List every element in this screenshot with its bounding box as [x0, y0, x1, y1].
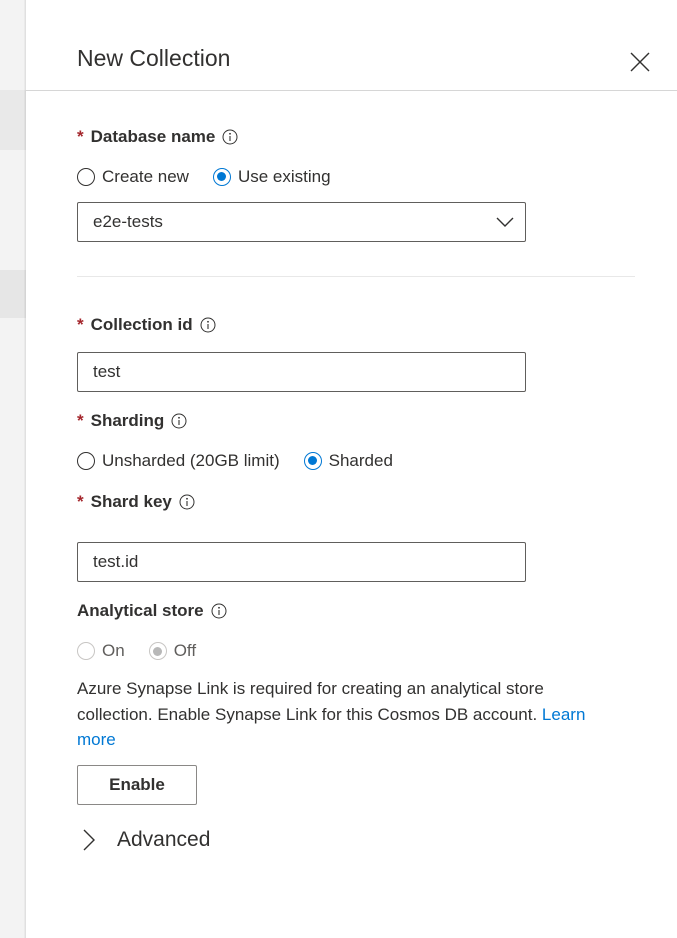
radio-button[interactable]: [77, 452, 95, 470]
required-asterisk: *: [77, 492, 84, 511]
sharding-label: * Sharding: [77, 411, 187, 431]
radio-label: Unsharded (20GB limit): [102, 451, 280, 470]
info-icon[interactable]: [211, 603, 227, 619]
synapse-link-description: Azure Synapse Link is required for creat…: [77, 676, 617, 753]
shard-key-label: * Shard key: [77, 492, 195, 512]
collection-id-label-text: Collection id: [90, 315, 193, 334]
database-name-label-text: Database name: [90, 127, 216, 146]
advanced-toggle[interactable]: Advanced: [82, 828, 210, 852]
radio-label: Sharded: [328, 451, 393, 470]
description-text: Azure Synapse Link is required for creat…: [77, 679, 544, 724]
sharding-radio-group: Unsharded (20GB limit) Sharded: [77, 451, 393, 471]
radio-button-selected[interactable]: [303, 452, 322, 470]
required-asterisk: *: [77, 411, 84, 430]
info-icon[interactable]: [179, 494, 195, 510]
required-asterisk: *: [77, 315, 84, 334]
database-dropdown[interactable]: e2e-tests: [77, 202, 526, 242]
collection-id-label: * Collection id: [77, 315, 216, 335]
radio-button-disabled[interactable]: [77, 642, 95, 660]
radio-label: On: [102, 641, 125, 660]
info-icon[interactable]: [222, 129, 238, 145]
analytical-store-label: Analytical store: [77, 601, 227, 621]
shard-key-input[interactable]: [77, 542, 526, 582]
sharding-label-text: Sharding: [90, 411, 165, 430]
radio-label: Create new: [102, 167, 189, 186]
info-icon[interactable]: [200, 317, 216, 333]
radio-use-existing[interactable]: Use existing: [212, 167, 331, 187]
radio-label: Off: [173, 641, 197, 660]
radio-create-new[interactable]: Create new: [77, 167, 189, 187]
required-asterisk: *: [77, 127, 84, 146]
database-name-label: * Database name: [77, 127, 238, 147]
background-band: [0, 90, 26, 150]
info-icon[interactable]: [171, 413, 187, 429]
radio-button-selected[interactable]: [212, 168, 231, 186]
radio-unsharded[interactable]: Unsharded (20GB limit): [77, 451, 280, 471]
analytical-store-label-text: Analytical store: [77, 601, 204, 620]
advanced-label: Advanced: [117, 828, 211, 851]
radio-button-disabled-selected[interactable]: [148, 642, 167, 660]
radio-label: Use existing: [237, 167, 331, 186]
shard-key-label-text: Shard key: [90, 492, 172, 511]
database-radio-group: Create new Use existing: [77, 167, 331, 187]
collection-id-input[interactable]: [77, 352, 526, 392]
radio-sharded[interactable]: Sharded: [303, 451, 393, 471]
close-button[interactable]: [626, 48, 654, 76]
enable-button[interactable]: Enable: [77, 765, 197, 805]
panel-title: New Collection: [77, 45, 231, 71]
section-divider: [77, 276, 635, 277]
analytical-store-radio-group: On Off: [77, 641, 196, 661]
close-icon: [630, 52, 650, 72]
chevron-down-icon: [496, 217, 514, 227]
chevron-right-icon: [83, 829, 95, 851]
radio-button[interactable]: [77, 168, 95, 186]
background-band: [0, 270, 26, 318]
dropdown-selected-value: e2e-tests: [93, 212, 163, 231]
new-collection-panel: New Collection * Database name Create ne…: [26, 0, 677, 938]
radio-on[interactable]: On: [77, 641, 125, 661]
radio-off[interactable]: Off: [148, 641, 197, 661]
background-page: [0, 0, 26, 938]
panel-header: New Collection: [26, 0, 677, 91]
